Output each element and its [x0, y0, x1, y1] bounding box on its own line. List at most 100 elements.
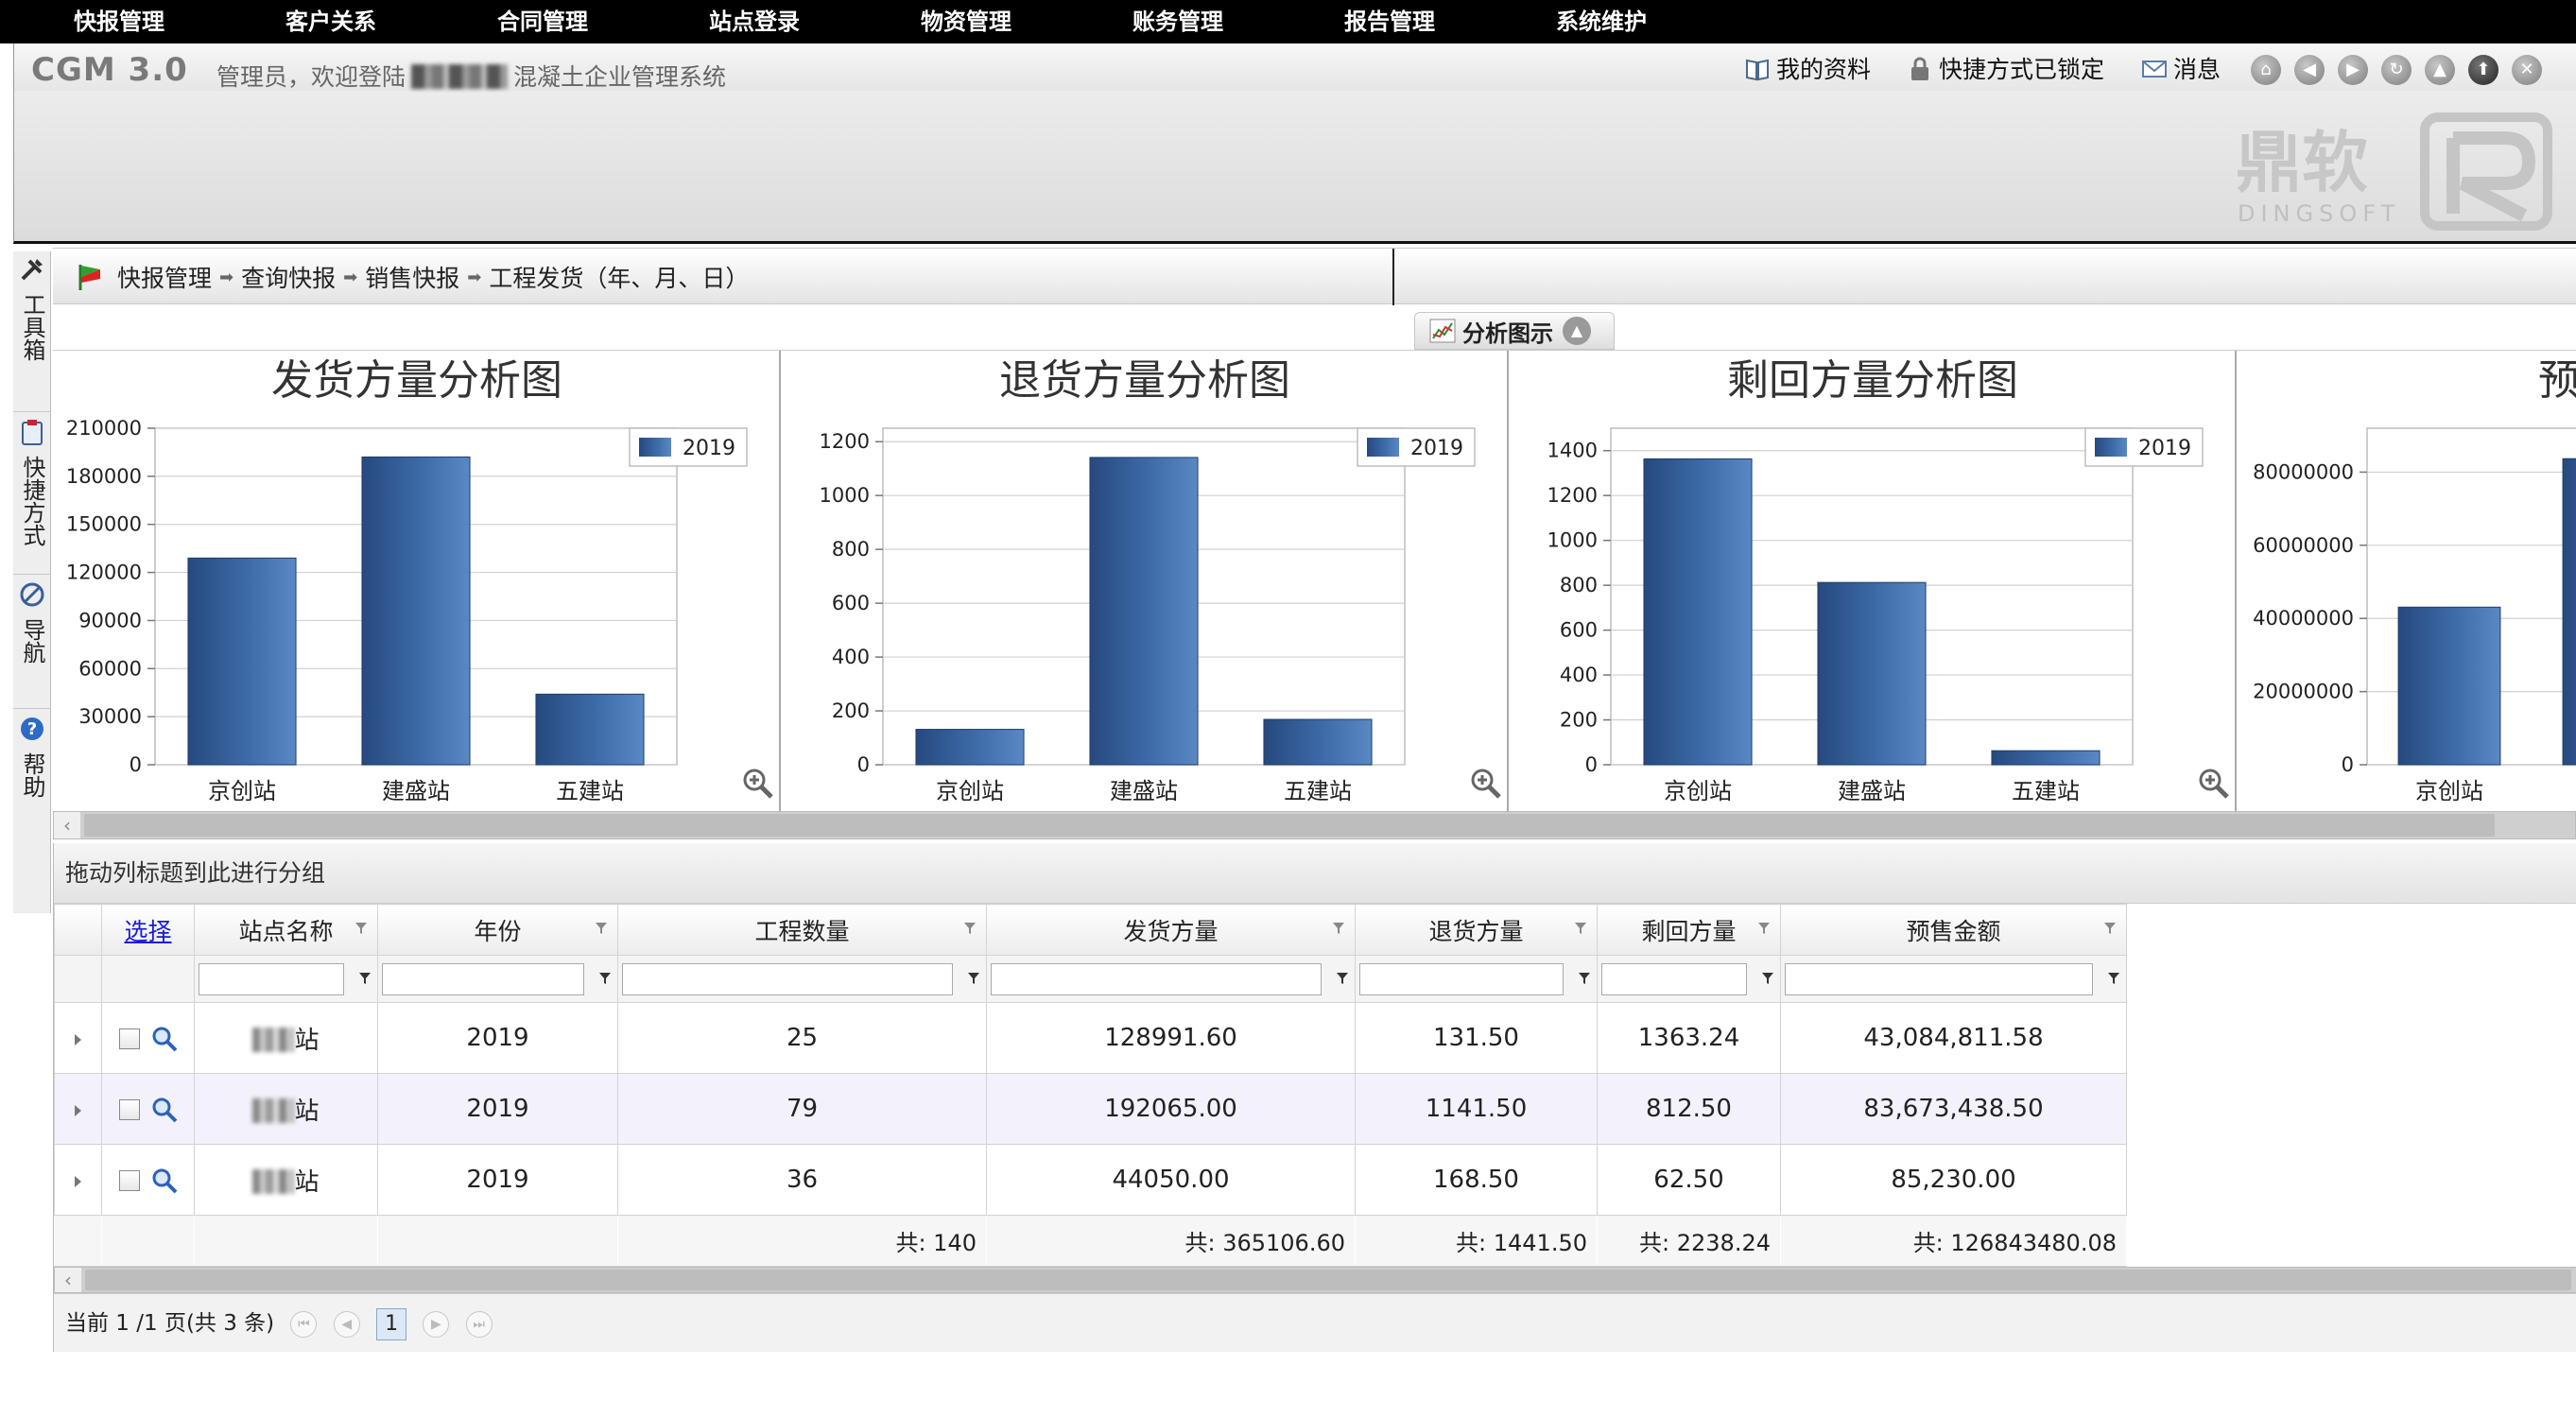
menu-item-material[interactable]: 物资管理	[921, 0, 1011, 43]
scroll-left-icon[interactable]: ‹	[54, 812, 80, 838]
navigation-label: 导航	[19, 618, 45, 664]
current-page-button[interactable]: 1	[376, 1307, 407, 1340]
expand-arrow-icon[interactable]	[75, 1105, 81, 1116]
returned-cell: 1141.50	[1355, 1073, 1598, 1145]
filter-icon[interactable]	[1574, 921, 1587, 936]
filter-input-leftover[interactable]	[1601, 963, 1747, 995]
filter-cell	[986, 955, 1356, 1003]
zoom-in-icon[interactable]	[2197, 767, 2231, 801]
toolbox-tab[interactable]: 工具箱	[13, 251, 51, 412]
breadcrumb-item[interactable]: 快报管理	[117, 260, 212, 294]
menu-item-contract[interactable]: 合同管理	[497, 0, 588, 43]
toolbox-label: 工具箱	[19, 293, 45, 361]
filter-icon[interactable]	[963, 921, 977, 936]
close-icon[interactable]: ✕	[2512, 55, 2542, 85]
menu-item-report[interactable]: 快报管理	[74, 0, 164, 43]
refresh-icon[interactable]: ↻	[2381, 55, 2412, 85]
left-tool-strip: 工具箱 快捷方式 导航 ? 帮助	[13, 251, 51, 913]
forward-icon[interactable]: ▶	[2338, 55, 2368, 85]
help-label: 帮助	[19, 752, 45, 798]
table-header-row: 选择 站点名称 年份 工程数量 发货方量 退货方量 剩回方量 预售金额	[54, 904, 2127, 956]
column-header-station[interactable]: 站点名称	[194, 904, 378, 956]
menu-item-station[interactable]: 站点登录	[709, 0, 800, 43]
column-header-leftover[interactable]: 剩回方量	[1597, 904, 1781, 956]
y-tick-label: 400	[1560, 664, 1598, 686]
column-header-delivery[interactable]: 发货方量	[986, 904, 1356, 956]
scroll-left-icon[interactable]: ‹	[55, 1268, 81, 1292]
filter-input-projects[interactable]	[622, 963, 953, 995]
filter-input-presale[interactable]	[1785, 963, 2093, 995]
zoom-in-icon[interactable]	[741, 767, 775, 801]
prev-page-icon[interactable]: ◀	[333, 1310, 360, 1338]
bar	[1991, 750, 2101, 766]
column-label: 退货方量	[1428, 917, 1524, 945]
filter-icon[interactable]	[2103, 921, 2117, 936]
zoom-in-icon[interactable]	[1469, 767, 1503, 801]
filter-icon[interactable]	[1757, 921, 1771, 936]
scroll-thumb[interactable]	[84, 814, 2495, 837]
select-all-link[interactable]: 选择	[124, 918, 171, 945]
row-checkbox[interactable]	[118, 1098, 140, 1120]
column-label: 预售金额	[1906, 917, 2001, 945]
legend-label: 2019	[2138, 437, 2191, 460]
filter-icon[interactable]	[1332, 921, 1345, 936]
view-detail-icon[interactable]	[151, 1026, 178, 1052]
my-profile-link[interactable]: 我的资料	[1744, 55, 1871, 85]
view-detail-icon[interactable]	[151, 1167, 178, 1194]
group-by-drop-area[interactable]: 拖动列标题到此进行分组	[54, 843, 2576, 904]
expand-column-header	[54, 904, 102, 956]
analysis-chart-toggle[interactable]: 分析图示 ▲	[1414, 312, 1615, 350]
filter-input-station[interactable]	[199, 963, 344, 995]
menu-item-customer[interactable]: 客户关系	[285, 0, 376, 43]
filter-input-year[interactable]	[382, 963, 584, 995]
collapse-up-icon[interactable]: ▲	[2425, 55, 2455, 85]
filter-icon[interactable]	[967, 971, 980, 986]
breadcrumb-item[interactable]: 销售快报	[365, 260, 459, 294]
y-tick-label: 90000	[78, 609, 142, 631]
redacted-station-name	[252, 1168, 295, 1194]
menu-item-system[interactable]: 系统维护	[1556, 0, 1647, 43]
filter-icon[interactable]	[1336, 971, 1349, 986]
summary-blank	[54, 1215, 102, 1267]
charts-horizontal-scrollbar[interactable]: ‹	[53, 811, 2576, 839]
filter-icon[interactable]	[1578, 971, 1591, 986]
filter-input-returned[interactable]	[1359, 963, 1564, 995]
view-detail-icon[interactable]	[151, 1097, 178, 1123]
expand-arrow-icon[interactable]	[75, 1034, 81, 1045]
home-icon[interactable]: ⌂	[2251, 55, 2281, 85]
grid-horizontal-scrollbar[interactable]: ‹	[54, 1267, 2576, 1293]
filter-icon[interactable]	[358, 971, 372, 986]
back-icon[interactable]: ◀	[2294, 55, 2325, 85]
column-header-projects[interactable]: 工程数量	[617, 904, 987, 956]
breadcrumb-item[interactable]: 查询快报	[241, 260, 336, 294]
column-header-presale[interactable]: 预售金额	[1780, 904, 2127, 956]
row-checkbox[interactable]	[118, 1169, 140, 1191]
first-page-icon[interactable]: ⏮	[290, 1310, 318, 1338]
menu-item-accounts[interactable]: 账务管理	[1132, 0, 1223, 43]
help-tab[interactable]: ? 帮助	[13, 711, 51, 815]
column-header-year[interactable]: 年份	[377, 904, 618, 956]
next-page-icon[interactable]: ▶	[423, 1310, 450, 1338]
filter-icon[interactable]	[354, 921, 368, 936]
filter-icon[interactable]	[595, 921, 608, 936]
filter-input-delivery[interactable]	[991, 963, 1322, 995]
filter-icon[interactable]	[1761, 971, 1774, 986]
column-header-returned[interactable]: 退货方量	[1355, 904, 1598, 956]
shortcuts-tab[interactable]: 快捷方式	[13, 414, 51, 575]
row-checkbox[interactable]	[118, 1028, 140, 1049]
redacted-station-name	[252, 1097, 295, 1123]
expand-arrow-icon[interactable]	[75, 1176, 81, 1187]
row-expander-cell	[54, 1073, 102, 1145]
column-header-select[interactable]: 选择	[101, 904, 195, 956]
last-page-icon[interactable]: ⏭	[465, 1310, 493, 1338]
chart-icon	[1429, 319, 1456, 343]
messages-link[interactable]: 消息	[2141, 55, 2221, 85]
scroll-thumb[interactable]	[85, 1270, 2571, 1290]
filter-icon[interactable]	[2107, 971, 2120, 986]
menu-item-reports[interactable]: 报告管理	[1344, 0, 1435, 43]
navigation-tab[interactable]: 导航	[13, 577, 51, 709]
shortcut-lock-link[interactable]: 快捷方式已锁定	[1907, 55, 2104, 85]
upload-icon[interactable]: ⬆	[2468, 55, 2498, 85]
filter-icon[interactable]	[598, 971, 612, 986]
y-tick-label: 0	[2342, 753, 2354, 776]
